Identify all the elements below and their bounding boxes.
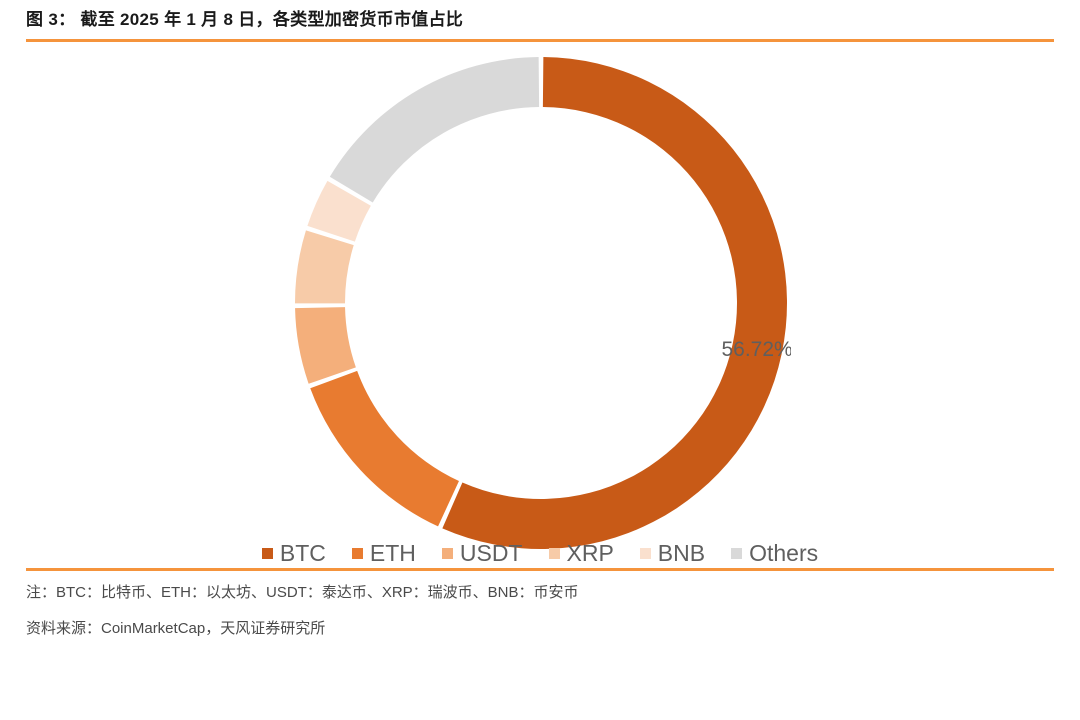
figure-title: 图 3： 截至 2025 年 1 月 8 日，各类型加密货币市值占比 [26,10,464,29]
legend-label: Others [749,540,819,567]
legend-label: XRP [566,540,614,567]
chart-legend: BTC ETH USDT XRP BNB Others [26,542,1054,565]
figure-notes: 注：BTC：比特币、ETH：以太坊、USDT：泰达币、XRP：瑞波币、BNB：币… [26,571,1054,657]
legend-swatch-icon [351,548,363,560]
legend-swatch-icon [548,548,560,560]
legend-swatch-icon [731,548,743,560]
note-abbreviations: 注：BTC：比特币、ETH：以太坊、USDT：泰达币、XRP：瑞波币、BNB：币… [26,584,579,602]
legend-label: BTC [279,540,326,567]
donut-chart-svg: 56.72% [295,57,791,550]
note-source: 资料来源：CoinMarketCap，天风证券研究所 [26,620,326,638]
legend-item-xrp[interactable]: XRP [548,540,614,567]
legend-item-others[interactable]: Others [731,542,818,565]
donut-slice-btc[interactable] [442,57,788,550]
legend-label: BNB [657,540,706,567]
legend-swatch-icon [261,548,273,560]
legend-label: USDT [459,540,523,567]
donut-slice-usdt[interactable] [295,307,356,384]
donut-slice-others[interactable] [329,57,540,203]
legend-item-eth[interactable]: ETH [351,540,416,567]
legend-swatch-icon [639,548,651,560]
donut-chart: 56.72% [291,53,791,553]
chart-area: 56.72% BTC ETH USDT XRP BNB Others [26,42,1054,565]
legend-item-usdt[interactable]: USDT [441,540,523,567]
donut-slice-xrp[interactable] [295,230,354,304]
slice-data-label-btc: 56.72% [721,338,791,361]
legend-item-bnb[interactable]: BNB [639,540,706,567]
legend-label: ETH [369,540,416,567]
figure-page: 图 3： 截至 2025 年 1 月 8 日，各类型加密货币市值占比 56.72… [0,0,1080,720]
legend-swatch-icon [441,548,453,560]
donut-slice-eth[interactable] [310,371,459,527]
legend-item-btc[interactable]: BTC [261,540,326,567]
